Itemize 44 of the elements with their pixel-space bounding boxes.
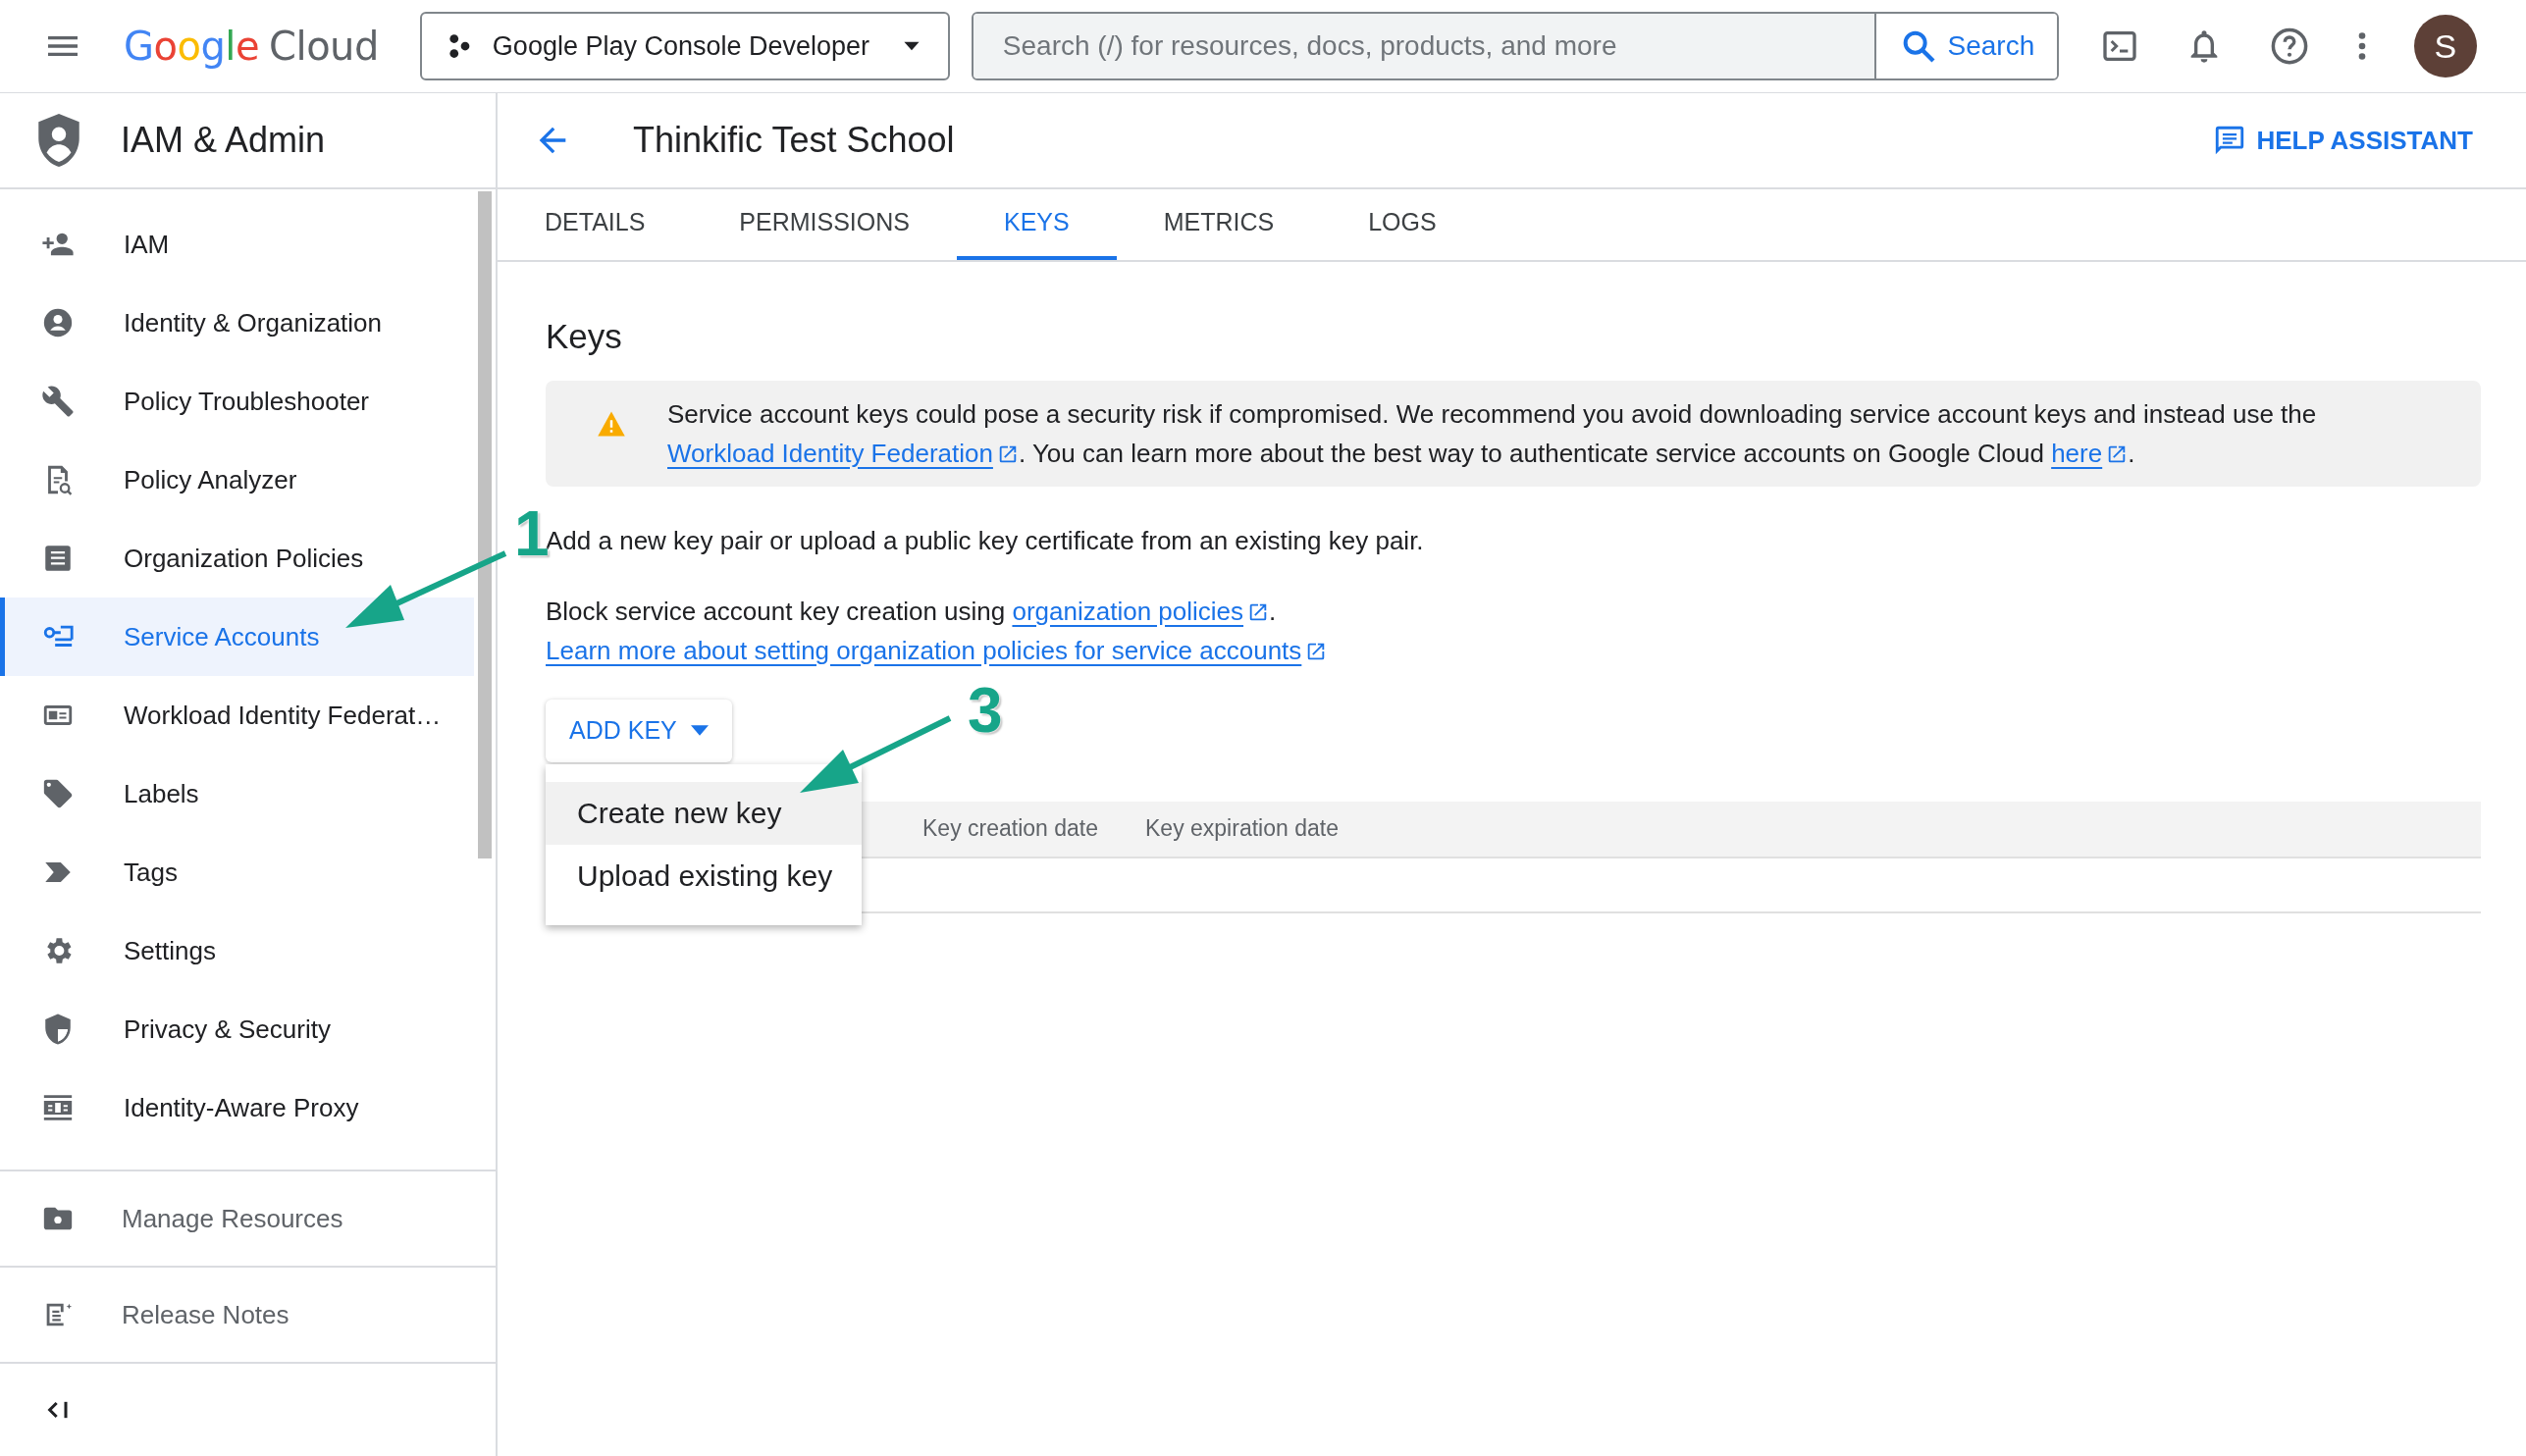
sidebar-item[interactable]: Release Notes: [0, 1266, 496, 1362]
sidebar-item[interactable]: Privacy & Security: [0, 990, 474, 1068]
sidebar-item[interactable]: Policy Analyzer: [0, 441, 474, 519]
link[interactable]: organization policies: [1012, 596, 1270, 626]
warning-icon: [597, 409, 626, 438]
sidebar-item[interactable]: Organization Policies: [0, 519, 474, 598]
learn-more-link[interactable]: Learn more about setting organization policies for service accounts: [546, 630, 1328, 670]
step-number: 3: [968, 679, 1003, 742]
search-field[interactable]: Search (/) for resources, docs, products, and more: [973, 14, 1876, 78]
section-heading: Keys: [546, 316, 623, 357]
sidebar-item[interactable]: Workload Identity Federat…: [0, 676, 474, 754]
tab[interactable]: METRICS: [1116, 189, 1322, 260]
sidebar-title: IAM & Admin: [121, 119, 326, 162]
link[interactable]: here: [2051, 438, 2129, 468]
tab[interactable]: LOGS: [1321, 189, 1484, 260]
sidebar-item[interactable]: Policy Troubleshooter: [0, 362, 474, 441]
warning-text: Service account keys could pose a security risk if compromised. We recommend you avoid downloading service account keys and instead use the Workload Identity Federation . You can learn more about the best way to authenticate service accounts on Google Cloud here .: [667, 397, 2318, 470]
menu-item[interactable]: Create new key: [546, 781, 862, 845]
tab[interactable]: PERMISSIONS: [692, 189, 957, 260]
wrench-icon: [41, 385, 75, 418]
tag-icon: [41, 777, 75, 810]
sidebar-item[interactable]: Identity & Organization: [0, 284, 474, 362]
sidebar-item[interactable]: Manage Resources: [0, 1170, 496, 1266]
column-header: Key creation date: [921, 814, 1099, 844]
page-title: Thinkific Test School: [633, 119, 955, 162]
sidebar-item[interactable]: Settings: [0, 911, 474, 990]
policy-text: Block service account key creation using organization policies .: [546, 595, 1278, 628]
link[interactable]: Workload Identity Federation: [667, 438, 1019, 468]
help-assistant-button[interactable]: HELP ASSISTANT: [2213, 121, 2473, 160]
column-header: Key expiration date: [1144, 814, 1340, 844]
sidebar-item[interactable]: Tags: [0, 833, 474, 911]
add-key-button[interactable]: ADD KEY: [546, 699, 732, 762]
tab[interactable]: KEYS: [957, 189, 1117, 260]
menu-item[interactable]: Upload existing key: [546, 844, 862, 908]
sidebar-item[interactable]: Identity-Aware Proxy: [0, 1068, 474, 1147]
tab[interactable]: DETAILS: [498, 189, 693, 260]
avatar[interactable]: S: [2413, 15, 2477, 78]
logo-wordmark[interactable]: Google Cloud: [124, 17, 379, 76]
sidebar-item[interactable]: Labels: [0, 754, 474, 833]
sidebar-item[interactable]: IAM: [0, 205, 474, 284]
caret-icon: [690, 725, 709, 736]
sidebar-item[interactable]: Service Accounts: [0, 598, 474, 676]
project-selector[interactable]: Google Play Console Developer: [419, 12, 950, 80]
person-circle-icon: [41, 306, 75, 339]
